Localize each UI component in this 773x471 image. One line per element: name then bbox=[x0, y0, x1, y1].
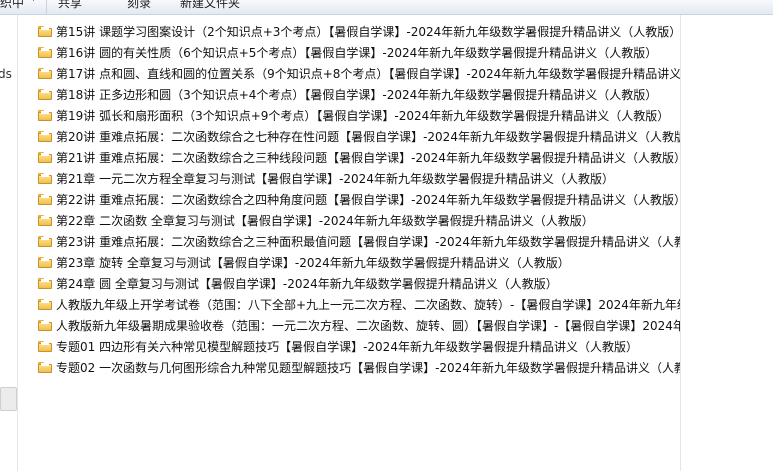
folder-icon bbox=[38, 278, 52, 289]
folder-icon bbox=[38, 152, 52, 163]
file-name-label: 第22讲 重难点拓展：二次函数综合之四种角度问题【暑假自学课】-2024年新九年… bbox=[56, 193, 680, 207]
file-name-label: 第21章 一元二次方程全章复习与测试【暑假自学课】-2024年新九年级数学暑假提… bbox=[56, 172, 614, 186]
folder-page bbox=[41, 321, 49, 324]
folder-icon bbox=[38, 257, 52, 268]
file-list-item[interactable]: 第22章 二次函数 全章复习与测试【暑假自学课】-2024年新九年级数学暑假提升… bbox=[36, 212, 680, 233]
folder-page bbox=[41, 363, 49, 366]
folder-page bbox=[41, 195, 49, 198]
file-list-item[interactable]: 专题02 一次函数与几何图形综合九种常见题型解题技巧【暑假自学课】-2024年新… bbox=[36, 359, 680, 380]
file-name-label: 第24章 圆 全章复习与测试【暑假自学课】-2024年新九年级数学暑假提升精品讲… bbox=[56, 277, 558, 291]
file-list-item[interactable]: 第16讲 圆的有关性质（6个知识点+5个考点）【暑假自学课】-2024年新九年级… bbox=[36, 44, 680, 65]
file-name-label: 第19讲 弧长和扇形面积（3个知识点+9个考点）【暑假自学课】-2024年新九年… bbox=[56, 109, 670, 123]
file-list-item[interactable]: 第23讲 重难点拓展：二次函数综合之三种面积最值问题【暑假自学课】-2024年新… bbox=[36, 233, 680, 254]
file-name-label: 第16讲 圆的有关性质（6个知识点+5个考点）【暑假自学课】-2024年新九年级… bbox=[56, 46, 658, 60]
file-list-item[interactable]: 第15讲 课题学习图案设计（2个知识点+3个考点）【暑假自学课】-2024年新九… bbox=[36, 23, 680, 44]
file-name-label: 第20讲 重难点拓展：二次函数综合之七种存在性问题【暑假自学课】-2024年新九… bbox=[56, 130, 680, 144]
file-name-label: 专题01 四边形有关六种常见模型解题技巧【暑假自学课】-2024年新九年级数学暑… bbox=[56, 340, 638, 354]
organize-button[interactable]: 织中 bbox=[0, 0, 24, 11]
folder-page bbox=[41, 132, 49, 135]
folder-icon bbox=[38, 131, 52, 142]
file-name-label: 第18讲 正多边形和圆（3个知识点+4个考点）【暑假自学课】-2024年新九年级… bbox=[56, 88, 658, 102]
file-name-label: 第23章 旋转 全章复习与测试【暑假自学课】-2024年新九年级数学暑假提升精品… bbox=[56, 256, 570, 270]
file-list-item[interactable]: 专题01 四边形有关六种常见模型解题技巧【暑假自学课】-2024年新九年级数学暑… bbox=[36, 338, 680, 359]
file-name-label: 第21讲 重难点拓展：二次函数综合之三种线段问题【暑假自学课】-2024年新九年… bbox=[56, 151, 680, 165]
folder-page bbox=[41, 48, 49, 51]
nav-item-label[interactable]: ds bbox=[0, 67, 12, 81]
folder-page bbox=[41, 90, 49, 93]
folder-icon bbox=[38, 110, 52, 121]
file-list-item[interactable]: 第20讲 重难点拓展：二次函数综合之七种存在性问题【暑假自学课】-2024年新九… bbox=[36, 128, 680, 149]
folder-page bbox=[41, 153, 49, 156]
file-list-item[interactable]: 第21讲 重难点拓展：二次函数综合之三种线段问题【暑假自学课】-2024年新九年… bbox=[36, 149, 680, 170]
folder-page bbox=[41, 279, 49, 282]
folder-page bbox=[41, 174, 49, 177]
file-list-item[interactable]: 人教版新九年级暑期成果验收卷（范围：一元二次方程、二次函数、旋转、圆）【暑假自学… bbox=[36, 317, 680, 338]
folder-icon bbox=[38, 236, 52, 247]
folder-icon bbox=[38, 194, 52, 205]
command-bar: 织中 ▼ 共享 刻录 新建文件夹 bbox=[0, 0, 773, 15]
file-name-label: 第15讲 课题学习图案设计（2个知识点+3个考点）【暑假自学课】-2024年新九… bbox=[56, 25, 680, 39]
file-list-item[interactable]: 第18讲 正多边形和圆（3个知识点+4个考点）【暑假自学课】-2024年新九年级… bbox=[36, 86, 680, 107]
burn-button[interactable]: 刻录 bbox=[127, 0, 151, 11]
file-list-item[interactable]: 第24章 圆 全章复习与测试【暑假自学课】-2024年新九年级数学暑假提升精品讲… bbox=[36, 275, 680, 296]
folder-icon bbox=[38, 173, 52, 184]
folder-page bbox=[41, 342, 49, 345]
file-name-label: 人教版新九年级暑期成果验收卷（范围：一元二次方程、二次函数、旋转、圆）【暑假自学… bbox=[56, 319, 680, 333]
file-list-item[interactable]: 第19讲 弧长和扇形面积（3个知识点+9个考点）【暑假自学课】-2024年新九年… bbox=[36, 107, 680, 128]
file-name-label: 第22章 二次函数 全章复习与测试【暑假自学课】-2024年新九年级数学暑假提升… bbox=[56, 214, 594, 228]
file-list-item[interactable]: 第17讲 点和圆、直线和圆的位置关系（9个知识点+8个考点）【暑假自学课】-20… bbox=[36, 65, 680, 86]
folder-page bbox=[41, 69, 49, 72]
folder-page bbox=[41, 111, 49, 114]
folder-icon bbox=[38, 26, 52, 37]
folder-page bbox=[41, 300, 49, 303]
folder-icon bbox=[38, 89, 52, 100]
folder-icon bbox=[38, 320, 52, 331]
nav-scrollbar-thumb[interactable] bbox=[0, 387, 17, 411]
file-list: 第15讲 课题学习图案设计（2个知识点+3个考点）【暑假自学课】-2024年新九… bbox=[36, 23, 680, 471]
file-name-label: 专题02 一次函数与几何图形综合九种常见题型解题技巧【暑假自学课】-2024年新… bbox=[56, 361, 680, 375]
file-name-label: 第23讲 重难点拓展：二次函数综合之三种面积最值问题【暑假自学课】-2024年新… bbox=[56, 235, 680, 249]
folder-page bbox=[41, 216, 49, 219]
navigation-pane: ds bbox=[0, 15, 18, 471]
folder-icon bbox=[38, 47, 52, 58]
folder-icon bbox=[38, 215, 52, 226]
toolbar-divider bbox=[46, 0, 47, 14]
folder-page bbox=[41, 237, 49, 240]
file-list-item[interactable]: 第22讲 重难点拓展：二次函数综合之四种角度问题【暑假自学课】-2024年新九年… bbox=[36, 191, 680, 212]
file-name-label: 人教版九年级上开学考试卷（范围：八下全部+九上一元二次方程、二次函数、旋转）-【… bbox=[56, 298, 680, 312]
new-folder-button[interactable]: 新建文件夹 bbox=[180, 0, 240, 11]
folder-icon bbox=[38, 68, 52, 79]
file-list-item[interactable]: 第21章 一元二次方程全章复习与测试【暑假自学课】-2024年新九年级数学暑假提… bbox=[36, 170, 680, 191]
folder-icon bbox=[38, 299, 52, 310]
folder-icon bbox=[38, 362, 52, 373]
file-list-item[interactable]: 第23章 旋转 全章复习与测试【暑假自学课】-2024年新九年级数学暑假提升精品… bbox=[36, 254, 680, 275]
file-list-item[interactable]: 人教版九年级上开学考试卷（范围：八下全部+九上一元二次方程、二次函数、旋转）-【… bbox=[36, 296, 680, 317]
folder-page bbox=[41, 27, 49, 30]
chevron-down-icon[interactable]: ▼ bbox=[30, 0, 37, 3]
column-divider bbox=[680, 15, 681, 471]
folder-page bbox=[41, 258, 49, 261]
file-name-label: 第17讲 点和圆、直线和圆的位置关系（9个知识点+8个考点）【暑假自学课】-20… bbox=[56, 67, 680, 81]
share-button[interactable]: 共享 bbox=[58, 0, 82, 11]
folder-icon bbox=[38, 341, 52, 352]
